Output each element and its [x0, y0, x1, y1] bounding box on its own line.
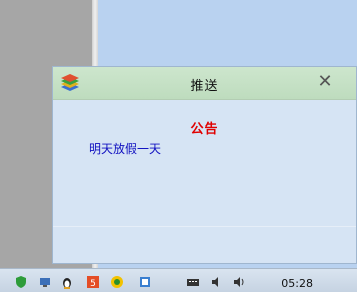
notice-heading: 公告	[190, 122, 219, 137]
chat-icon[interactable]	[110, 275, 124, 289]
keyboard-icon[interactable]	[186, 275, 200, 289]
svg-text:5: 5	[90, 279, 96, 289]
taskbar-clock[interactable]: 05:28	[281, 277, 313, 290]
volume-icon[interactable]	[232, 275, 246, 289]
speaker-icon[interactable]	[210, 275, 224, 289]
shield-icon[interactable]	[14, 275, 28, 289]
html5-icon[interactable]: 5	[86, 275, 100, 289]
flag-icon[interactable]	[138, 275, 152, 289]
network-icon[interactable]	[38, 275, 52, 289]
close-button[interactable]: ✕	[316, 71, 334, 93]
notification-popup: 推送 ✕ 公告 明天放假一天	[52, 66, 357, 264]
penguin-icon[interactable]	[60, 275, 74, 289]
notification-title: 推送	[190, 79, 219, 94]
taskbar: 5 05:28	[0, 268, 357, 292]
notice-message: 明天放假一天	[89, 142, 162, 156]
notification-titlebar: 推送 ✕	[53, 67, 356, 100]
notification-body: 公告 明天放假一天	[53, 100, 356, 260]
body-separator	[53, 226, 356, 227]
